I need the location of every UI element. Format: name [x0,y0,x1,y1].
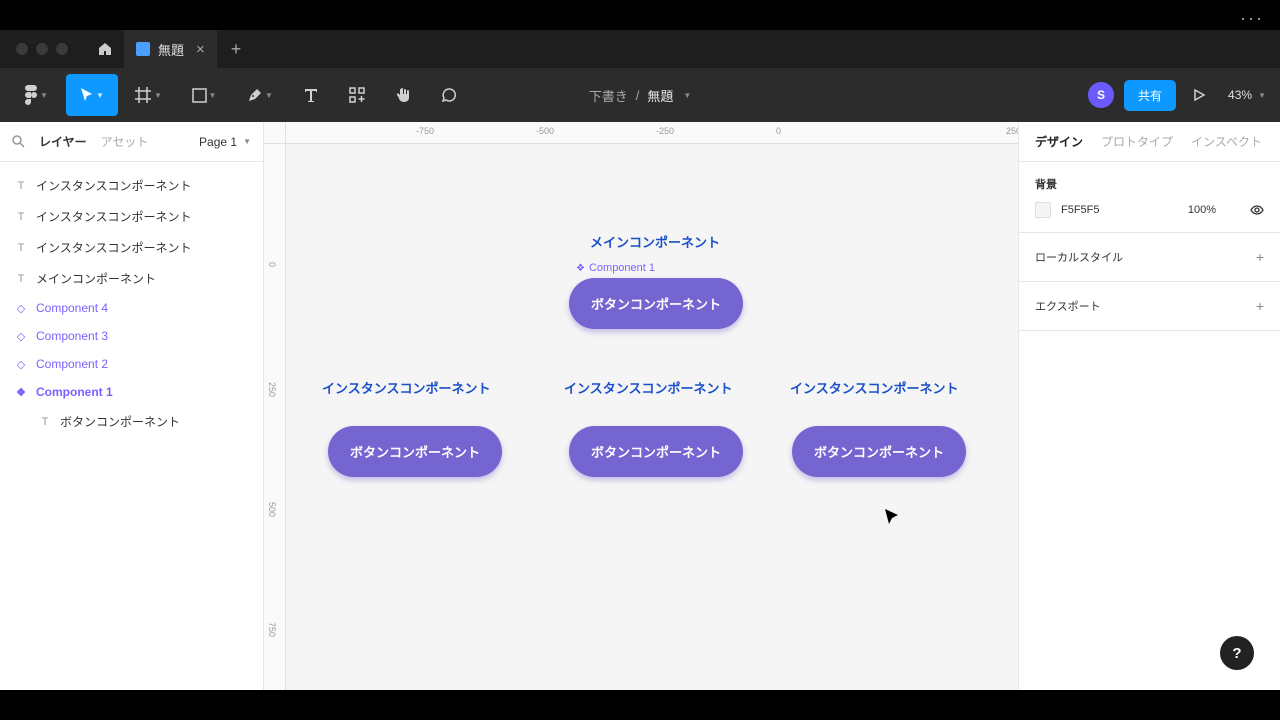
frame-label-instance-2[interactable]: インスタンスコンポーネント [564,378,732,397]
text-icon: T [14,180,28,192]
search-icon[interactable] [12,135,25,148]
layer-item[interactable]: T ボタンコンポーネント [0,406,263,437]
layer-label: Component 4 [36,301,108,315]
instance-icon: ◇ [14,358,28,371]
export-row[interactable]: エクスポート + [1019,282,1280,331]
maximize-window-icon[interactable] [56,43,68,55]
component-icon: ❖ [14,386,28,399]
frame-label-instance-3[interactable]: インスタンスコンポーネント [790,378,958,397]
button-component-instance-1[interactable]: ボタンコンポーネント [328,426,502,477]
color-hex[interactable]: F5F5F5 [1061,204,1100,216]
design-panel: デザイン プロトタイプ インスペクト 背景 F5F5F5 100% ローカルスタ… [1018,122,1280,690]
figma-menu[interactable]: ▼ [10,74,62,116]
toolbar: ▼ ▼ ▼ ▼ ▼ 下書き / 無題 ▼ S 共有 43% [0,68,1280,122]
button-component-instance-3[interactable]: ボタンコンポーネント [792,426,966,477]
visibility-icon[interactable] [1250,203,1264,217]
instance-icon: ◇ [14,330,28,343]
new-tab-button[interactable]: + [221,39,252,60]
layer-label: ボタンコンポーネント [60,413,180,430]
plus-icon[interactable]: + [1256,298,1264,314]
layer-label: Component 1 [36,385,113,399]
file-icon [136,42,150,56]
background-section: 背景 F5F5F5 100% [1019,162,1280,233]
layers-panel: レイヤー アセット Page 1 ▼ T インスタンスコンポーネント T インスタンス… [0,122,264,690]
tab-inspect[interactable]: インスペクト [1191,133,1262,150]
layer-item[interactable]: ❖ Component 1 [0,378,263,406]
tab-title: 無題 [158,40,184,59]
text-icon: T [14,242,28,254]
share-button[interactable]: 共有 [1124,80,1176,111]
panel-tabs: デザイン プロトタイプ インスペクト [1019,122,1280,162]
tab-design[interactable]: デザイン [1035,133,1083,150]
layer-item[interactable]: ◇ Component 2 [0,350,263,378]
home-button[interactable] [90,34,120,64]
layer-item[interactable]: T インスタンスコンポーネント [0,232,263,263]
page-selector[interactable]: Page 1 ▼ [199,135,251,149]
ruler-horizontal: -750-500-2500250 [286,122,1018,144]
layer-label: Component 3 [36,329,108,343]
chevron-down-icon: ▼ [683,91,691,100]
text-icon: T [14,211,28,223]
layer-item[interactable]: ◇ Component 3 [0,322,263,350]
present-button[interactable] [1186,88,1212,102]
background-row[interactable]: F5F5F5 100% [1035,202,1264,218]
panel-header: レイヤー アセット Page 1 ▼ [0,122,263,162]
tab-bar: 無題 × + ··· [0,30,1280,68]
text-icon: T [14,273,28,285]
plus-icon[interactable]: + [1256,249,1264,265]
tab-layers[interactable]: レイヤー [39,133,87,150]
layer-label: インスタンスコンポーネント [36,177,192,194]
hand-tool[interactable] [382,74,424,116]
local-styles-row[interactable]: ローカルスタイル + [1019,233,1280,282]
ruler-vertical: 0250500750 [264,144,286,690]
chevron-down-icon: ▼ [243,137,251,146]
instance-icon: ◇ [14,302,28,315]
frame-label-instance-1[interactable]: インスタンスコンポーネント [322,378,490,397]
layer-item[interactable]: T インスタンスコンポーネント [0,170,263,201]
zoom-level[interactable]: 43% ▼ [1222,88,1272,102]
move-tool[interactable]: ▼ [66,74,118,116]
section-title-background: 背景 [1035,176,1264,192]
canvas[interactable]: -750-500-2500250 0250500750 メインコンポーネント C… [264,122,1018,690]
comment-tool[interactable] [428,74,470,116]
breadcrumb-title: 無題 [647,86,673,105]
layers-list: T インスタンスコンポーネント T インスタンスコンポーネント T インスタンスコンポーネ… [0,162,263,445]
cursor-icon [884,508,898,526]
layer-label: インスタンスコンポーネント [36,239,192,256]
layer-label: Component 2 [36,357,108,371]
layer-item[interactable]: T インスタンスコンポーネント [0,201,263,232]
component-label[interactable]: Component 1 [576,262,655,274]
button-component-main[interactable]: ボタンコンポーネント [569,278,743,329]
layer-label: メインコンポーネント [36,270,156,287]
layer-item[interactable]: ◇ Component 4 [0,294,263,322]
layer-label: インスタンスコンポーネント [36,208,192,225]
tab-assets[interactable]: アセット [101,133,149,150]
user-avatar[interactable]: S [1088,82,1114,108]
text-tool[interactable] [290,74,332,116]
canvas-content[interactable]: メインコンポーネント Component 1 ボタンコンポーネント インスタンス… [286,144,1018,690]
color-opacity[interactable]: 100% [1188,204,1216,216]
chevron-down-icon: ▼ [1258,91,1266,100]
layer-item[interactable]: T メインコンポーネント [0,263,263,294]
minimize-window-icon[interactable] [36,43,48,55]
close-window-icon[interactable] [16,43,28,55]
button-component-instance-2[interactable]: ボタンコンポーネント [569,426,743,477]
frame-tool[interactable]: ▼ [122,74,174,116]
pen-tool[interactable]: ▼ [234,74,286,116]
breadcrumb-draft: 下書き [589,86,628,105]
ruler-corner [264,122,286,144]
tab-prototype[interactable]: プロトタイプ [1101,133,1173,150]
color-swatch[interactable] [1035,202,1051,218]
file-tab[interactable]: 無題 × [124,30,217,68]
menu-icon[interactable]: ··· [1240,8,1264,29]
frame-label-main[interactable]: メインコンポーネント [590,232,720,251]
help-button[interactable]: ? [1220,636,1254,670]
text-icon: T [38,416,52,428]
tab-close-icon[interactable]: × [196,41,205,58]
window-controls[interactable] [16,43,68,55]
resources-tool[interactable] [336,74,378,116]
breadcrumb[interactable]: 下書き / 無題 ▼ [589,86,692,105]
shape-tool[interactable]: ▼ [178,74,230,116]
